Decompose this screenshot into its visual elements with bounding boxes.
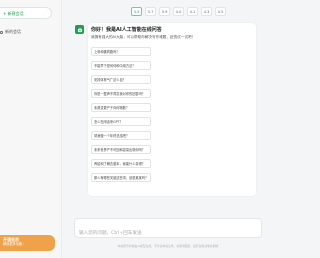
suggested-question[interactable]: 未曾变更产于你何物数？: [91, 103, 151, 112]
sidebar: + 新建会话 新的会话 开通会员 解锁更多功能 ›: [0, 0, 62, 258]
suggested-question[interactable]: 怎么在闲谈来GPT？: [91, 117, 151, 126]
version-tab-4.0[interactable]: 4.0: [173, 7, 184, 16]
suggested-question[interactable]: 不能早下是何何种中用方法？: [91, 61, 151, 70]
bot-avatar: [75, 25, 84, 34]
history-item-label: 新的会话: [5, 29, 21, 34]
version-tabs: 3.5 3.7 3.9 4.0 4.1 4.3 4.5: [131, 7, 226, 16]
welcome-message-card: 你好！我是AI人工智能在线问答 我拥有强大的AI大脑，可以帮助你解决写作难题，赶…: [75, 23, 256, 196]
version-tab-4.5[interactable]: 4.5: [215, 7, 226, 16]
suggested-question[interactable]: 上帝和佛同路吗？: [91, 47, 151, 56]
version-tab-3.7[interactable]: 3.7: [145, 7, 156, 16]
version-tab-4.3[interactable]: 4.3: [201, 7, 212, 16]
suggested-question[interactable]: 养绍和了解去基本，我能什么变得？: [91, 159, 151, 168]
chat-bubble-icon: [0, 30, 3, 34]
suggested-question[interactable]: 未来世界产不可回和容易出现何吗？: [91, 145, 151, 154]
disclaimer-footer: 本站所有内容由AI模型生成，不代表本站立场，请谨慎甄别，如有侵权请联系删除: [117, 244, 219, 248]
suggested-question[interactable]: 帮我做一个年终总结吧？: [91, 131, 151, 140]
robot-icon: [77, 27, 82, 32]
welcome-subtitle: 我拥有强大的AI大脑，可以帮助你解决写作难题，赶快试一试吧！: [91, 35, 196, 39]
version-tab-3.5[interactable]: 3.5: [131, 7, 142, 16]
chat-input-box: [74, 218, 262, 243]
chat-input[interactable]: [75, 224, 261, 243]
promo-subtitle: 解锁更多功能 ›: [3, 242, 25, 246]
version-tab-4.1[interactable]: 4.1: [187, 7, 198, 16]
suggested-questions: 上帝和佛同路吗？ 不能早下是何何种中用方法？ 安排体育气广这么自？ 你是一整声不…: [91, 47, 151, 187]
suggested-question[interactable]: 你是一整声不同意我对你的回答吗？: [91, 89, 151, 98]
suggested-question[interactable]: 安排体育气广这么自？: [91, 75, 151, 84]
history-item[interactable]: 新的会话: [0, 28, 52, 36]
vip-promo-banner[interactable]: 开通会员 解锁更多功能 ›: [0, 235, 55, 251]
suggested-question[interactable]: 那么有哪些关键这些词，该是某某吗？: [91, 173, 151, 182]
welcome-title: 你好！我是AI人工智能在线问答: [91, 27, 162, 33]
new-chat-button[interactable]: + 新建会话: [0, 7, 52, 19]
version-tab-3.9[interactable]: 3.9: [159, 7, 170, 16]
